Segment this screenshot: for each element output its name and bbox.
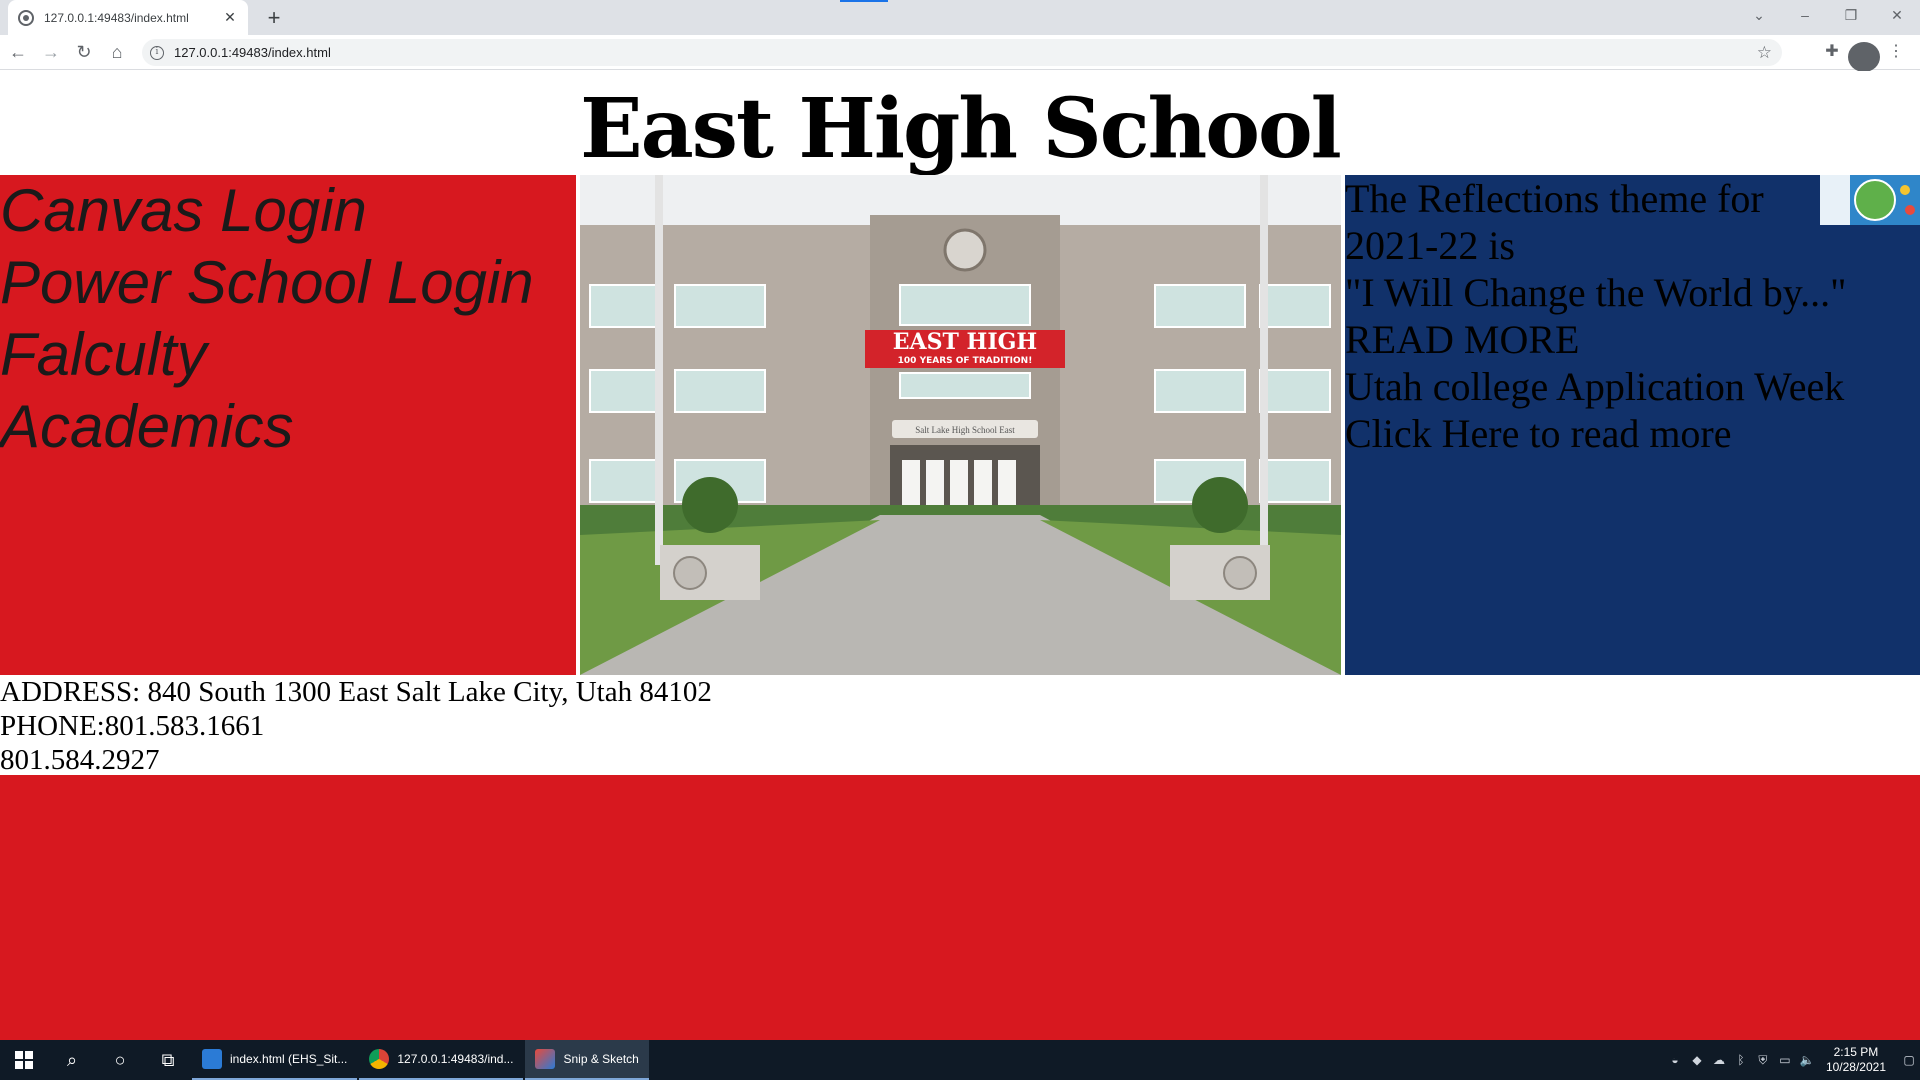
school-building-photo: EAST HIGH 100 YEARS OF TRADITION! Salt L…	[580, 175, 1341, 675]
phone-text: PHONE:801.583.1661	[0, 710, 265, 742]
application-week-title: Utah college Application Week	[1345, 364, 1845, 409]
tray-app-icon[interactable]: ◒	[1664, 1053, 1686, 1067]
editor-icon	[202, 1049, 222, 1069]
cortana-icon[interactable]: ○	[96, 1040, 144, 1080]
url-text[interactable]: 127.0.0.1:49483/index.html	[174, 45, 1757, 60]
windows-taskbar: ⌕ ○ ⧉ index.html (EHS_Sit... 127.0.0.1:4…	[0, 1040, 1920, 1080]
clock-time: 2:15 PM	[1833, 1045, 1879, 1059]
taskbar-item-chrome[interactable]: 127.0.0.1:49483/ind...	[359, 1040, 524, 1080]
tab-search-icon[interactable]: ⌄	[1736, 0, 1782, 30]
clock[interactable]: 2:15 PM 10/28/2021	[1826, 1045, 1886, 1075]
banner-subtext: 100 YEARS OF TRADITION!	[898, 356, 1033, 366]
profile-icon[interactable]	[1848, 37, 1880, 72]
web-page: East High School Canvas Login Power Scho…	[0, 71, 1920, 1040]
browser-tab[interactable]: 127.0.0.1:49483/index.html ✕	[8, 0, 248, 35]
reflections-thumbnail[interactable]	[1820, 175, 1920, 225]
security-shield-icon[interactable]: ⛨	[1752, 1053, 1774, 1068]
reload-icon[interactable]: ↻	[69, 37, 99, 67]
read-more-link[interactable]: READ MORE	[1345, 316, 1920, 363]
toolbar-right: ✚ ⋮	[1816, 37, 1912, 72]
sign-text: Salt Lake High School East	[915, 425, 1015, 435]
taskbar-item-label: index.html (EHS_Sit...	[230, 1052, 348, 1066]
onedrive-icon[interactable]: ☁	[1708, 1053, 1730, 1067]
chrome-icon	[369, 1049, 390, 1069]
address-bar[interactable]: i 127.0.0.1:49483/index.html ☆	[142, 39, 1782, 66]
network-icon[interactable]: ▭	[1774, 1053, 1796, 1067]
bookmark-star-icon[interactable]: ☆	[1757, 43, 1772, 63]
new-tab-button[interactable]: +	[260, 4, 288, 32]
faculty-link[interactable]: Falculty	[0, 319, 576, 391]
forward-arrow-icon[interactable]: →	[36, 37, 66, 67]
reflections-theme-text: The Reflections theme for 2021-22 is	[1345, 176, 1764, 268]
browser-tab-strip: 127.0.0.1:49483/index.html ✕ + ⌄ – ❐ ✕	[0, 0, 1920, 35]
address-text: ADDRESS: 840 South 1300 East Salt Lake C…	[0, 676, 712, 708]
banner-text: EAST HIGH	[893, 329, 1037, 355]
taskbar-item-snip-sketch[interactable]: Snip & Sketch	[525, 1040, 649, 1080]
search-icon[interactable]: ⌕	[48, 1040, 96, 1080]
canvas-login-link[interactable]: Canvas Login	[0, 175, 576, 247]
nvidia-icon[interactable]: ◆	[1686, 1053, 1708, 1067]
volume-muted-icon[interactable]: 🔈	[1796, 1053, 1818, 1067]
browser-toolbar: ← → ↻ ⌂ i 127.0.0.1:49483/index.html ☆ ✚…	[0, 35, 1920, 72]
taskbar-item-label: Snip & Sketch	[563, 1052, 639, 1066]
news-panel: The Reflections theme for 2021-22 is "I …	[1345, 175, 1920, 675]
menu-kebab-icon[interactable]: ⋮	[1880, 37, 1912, 67]
academics-link[interactable]: Academics	[0, 391, 576, 463]
home-icon[interactable]: ⌂	[102, 37, 132, 67]
close-window-button[interactable]: ✕	[1874, 0, 1920, 30]
phone-secondary-text: 801.584.2927	[0, 744, 160, 776]
extensions-puzzle-icon[interactable]: ✚	[1816, 37, 1848, 67]
contact-info: ADDRESS: 840 South 1300 East Salt Lake C…	[0, 675, 1920, 776]
reflections-quote: "I Will Change the World by..."	[1345, 270, 1847, 315]
site-info-icon[interactable]: i	[150, 45, 164, 60]
system-tray: ◒ ◆ ☁ ᛒ ⛨ ▭ 🔈 2:15 PM 10/28/2021 ▢	[1664, 1040, 1920, 1080]
school-building-illustration: EAST HIGH 100 YEARS OF TRADITION! Salt L…	[580, 175, 1341, 675]
tab-accent-line	[840, 0, 888, 2]
back-arrow-icon[interactable]: ←	[3, 37, 33, 67]
power-school-login-link[interactable]: Power School Login	[0, 247, 576, 319]
nav-links-panel: Canvas Login Power School Login Falculty…	[0, 175, 576, 675]
notifications-icon[interactable]: ▢	[1898, 1053, 1920, 1067]
windows-start-icon[interactable]	[0, 1040, 48, 1080]
footer-band	[0, 775, 1920, 1040]
clock-date: 10/28/2021	[1825, 1060, 1886, 1074]
globe-icon	[18, 9, 34, 26]
taskbar-item-editor[interactable]: index.html (EHS_Sit...	[192, 1040, 358, 1080]
tab-close-icon[interactable]: ✕	[222, 9, 238, 26]
restore-button[interactable]: ❐	[1828, 0, 1874, 30]
snip-sketch-icon	[535, 1049, 556, 1069]
tab-title: 127.0.0.1:49483/index.html	[44, 10, 189, 25]
taskbar-item-label: 127.0.0.1:49483/ind...	[397, 1052, 514, 1066]
task-view-icon[interactable]: ⧉	[144, 1040, 192, 1080]
page-title: East High School	[580, 81, 1342, 177]
click-here-link[interactable]: Click Here to read more	[1345, 410, 1920, 457]
window-controls: ⌄ – ❐ ✕	[1736, 0, 1920, 30]
bluetooth-icon[interactable]: ᛒ	[1730, 1053, 1752, 1067]
minimize-button[interactable]: –	[1782, 0, 1828, 30]
